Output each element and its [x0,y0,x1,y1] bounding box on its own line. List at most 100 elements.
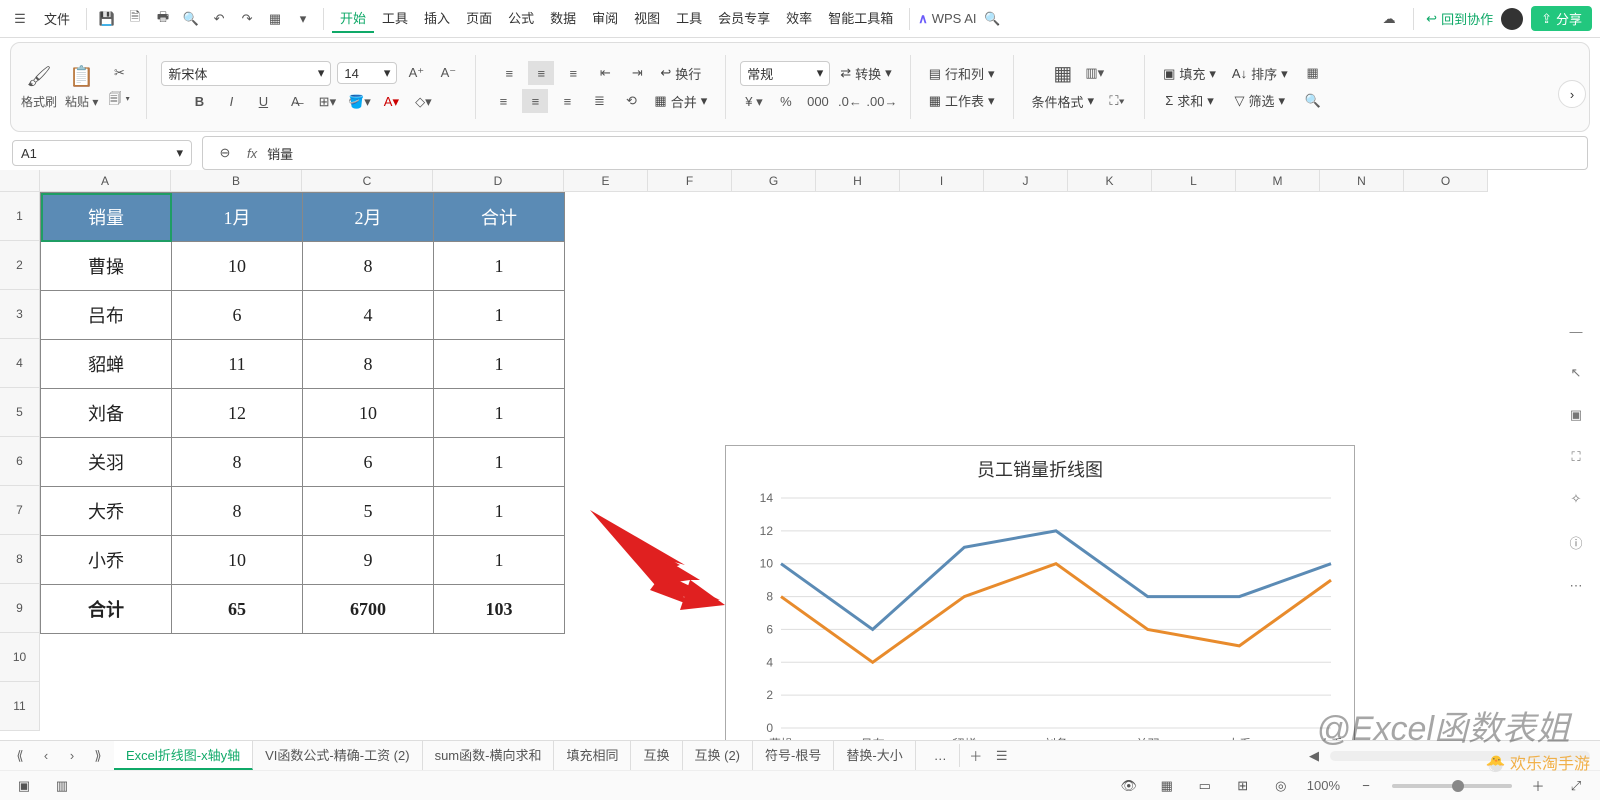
justify-icon[interactable]: ≣ [586,89,612,113]
row-header[interactable]: 11 [0,682,40,731]
align-middle-icon[interactable]: ≡ [528,61,554,85]
col-header[interactable]: E [564,170,648,192]
menu-tab-6[interactable]: 审阅 [584,4,626,33]
page-break-icon[interactable]: ⊞ [1231,774,1255,798]
row-header[interactable]: 6 [0,437,40,486]
percent-icon[interactable]: % [773,90,799,114]
sheet-tab[interactable]: 互换 [631,741,682,770]
font-color-button[interactable]: A▾ [378,90,404,114]
wps-ai-button[interactable]: ∧ WPS AI [918,11,976,27]
data-cell[interactable]: 10 [172,242,303,291]
align-left-icon[interactable]: ≡ [490,89,516,113]
header-cell[interactable]: 销量 [41,193,172,242]
tabs-last-icon[interactable]: ⟫ [88,748,108,764]
data-cell[interactable]: 1 [434,340,565,389]
col-header[interactable]: B [171,170,302,192]
worksheet-button[interactable]: ▦工作表 ▾ [925,89,999,112]
data-cell[interactable]: 1 [434,438,565,487]
merge-cells-button[interactable]: ▦合并 ▾ [650,90,711,113]
fullscreen-icon[interactable]: ⤢ [1564,774,1588,798]
crop-icon[interactable]: ⛶▾ [1104,89,1130,113]
fill-color-button[interactable]: 🪣▾ [346,90,372,114]
sheet-tab[interactable]: 符号-根号 [753,741,834,770]
cursor-icon[interactable]: ↖ [1571,365,1582,381]
zoom-out-icon[interactable]: − [1354,774,1378,798]
screenshot-icon[interactable]: ⛶ [1571,449,1580,465]
menu-tab-2[interactable]: 插入 [416,4,458,33]
data-cell[interactable]: 大乔 [41,487,172,536]
fill-button[interactable]: ▣填充 ▾ [1159,62,1220,85]
tabs-first-icon[interactable]: ⟪ [10,748,30,764]
data-cell[interactable]: 貂蝉 [41,340,172,389]
file-menu[interactable]: 文件 [36,5,78,32]
fx-icon[interactable]: fx [247,146,257,161]
paste-icon[interactable]: 📋 [69,65,95,89]
data-cell[interactable]: 5 [303,487,434,536]
font-name-combo[interactable]: 新宋体▾ [161,61,331,86]
col-header[interactable]: G [732,170,816,192]
data-cell[interactable]: 10 [172,536,303,585]
ribbon-expand-button[interactable]: › [1558,80,1586,108]
indent-dec-icon[interactable]: ⇤ [592,61,618,85]
copy-icon[interactable]: 🗐 ▾ [106,89,132,113]
zoom-in-icon[interactable]: ＋ [1526,774,1550,798]
focus-icon[interactable]: ◎ [1269,774,1293,798]
data-cell[interactable]: 曹操 [41,242,172,291]
col-header[interactable]: M [1236,170,1320,192]
menu-tab-7[interactable]: 视图 [626,4,668,33]
select-all-corner[interactable] [0,170,40,192]
data-cell[interactable]: 1 [434,389,565,438]
data-cell[interactable]: 6 [172,291,303,340]
tabs-more[interactable]: … [922,744,960,767]
record-icon[interactable]: ▣ [12,774,36,798]
sort-button[interactable]: A↓排序 ▾ [1228,62,1292,85]
sheet-tab[interactable]: sum函数-横向求和 [423,741,555,770]
help-icon[interactable]: ⓘ [1569,533,1582,552]
data-cell[interactable]: 6 [303,438,434,487]
strikethrough-button[interactable]: A̶ [282,90,308,114]
comma-icon[interactable]: 000 [805,90,831,114]
data-cell[interactable]: 12 [172,389,303,438]
saveas-icon[interactable]: 🗎 [123,7,147,31]
header-cell[interactable]: 合计 [434,193,565,242]
ruler-icon[interactable]: ✧ [1571,491,1582,507]
table-style-icon[interactable]: ▦ [1050,61,1076,85]
header-cell[interactable]: 1月 [172,193,303,242]
data-cell[interactable]: 8 [303,340,434,389]
template-icon[interactable]: ▦ [263,7,287,31]
menu-tab-8[interactable]: 工具 [668,4,710,33]
menu-tab-10[interactable]: 效率 [778,4,820,33]
cancel-formula-icon[interactable]: ⊖ [213,141,237,165]
data-cell[interactable]: 1 [434,242,565,291]
find-icon[interactable]: 🔍 [1300,89,1326,113]
data-cell[interactable]: 11 [172,340,303,389]
row-header[interactable]: 1 [0,192,40,241]
col-header[interactable]: C [302,170,433,192]
row-header[interactable]: 4 [0,339,40,388]
save-icon[interactable]: 💾 [95,7,119,31]
row-header[interactable]: 2 [0,241,40,290]
reading-view-icon[interactable]: ▭ [1193,774,1217,798]
search-icon[interactable]: 🔍 [981,7,1005,31]
row-header[interactable]: 10 [0,633,40,682]
borders-button[interactable]: ⊞▾ [314,90,340,114]
back-to-collab-button[interactable]: ↩ 回到协作 [1426,9,1493,28]
underline-button[interactable]: U [250,90,276,114]
menu-tab-0[interactable]: 开始 [332,4,374,33]
italic-button[interactable]: I [218,90,244,114]
row-header[interactable]: 7 [0,486,40,535]
share-button[interactable]: ⇪ 分享 [1531,6,1592,31]
formula-input[interactable]: ⊖ fx 销量 [202,136,1588,170]
dec-inc-icon[interactable]: .0← [837,90,863,114]
total-cell[interactable]: 103 [434,585,565,634]
col-header[interactable]: K [1068,170,1152,192]
col-header[interactable]: O [1404,170,1488,192]
sheet-tab[interactable]: 填充相同 [554,741,631,770]
menu-tab-11[interactable]: 智能工具箱 [820,4,901,33]
menu-tab-5[interactable]: 数据 [542,4,584,33]
horizontal-scrollbar[interactable] [1330,751,1590,761]
rows-cols-button[interactable]: ▤行和列 ▾ [925,62,999,85]
col-header[interactable]: D [433,170,564,192]
cell-style-icon[interactable]: ▥▾ [1082,61,1108,85]
data-cell[interactable]: 9 [303,536,434,585]
